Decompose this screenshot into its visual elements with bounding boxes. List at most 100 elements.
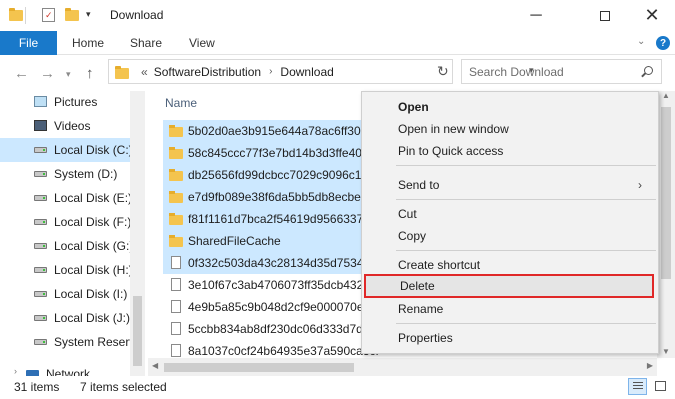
menu-item-send-to[interactable]: Send to ›	[362, 174, 658, 196]
expand-arrow-icon[interactable]: ›	[14, 366, 17, 376]
folder-icon	[8, 7, 24, 23]
file-icon	[169, 344, 183, 357]
nav-item-network[interactable]: › Network	[0, 362, 130, 376]
properties-icon[interactable]: ✓	[42, 8, 55, 22]
file-name: f81f1161d7bca2f54619d9566337ed	[188, 212, 377, 226]
file-icon	[169, 322, 183, 335]
nav-item-local-disk-i[interactable]: Local Disk (I:)	[0, 282, 130, 306]
breadcrumb-item[interactable]: SoftwareDistribution	[154, 65, 261, 79]
back-arrow-icon[interactable]: ←	[14, 65, 29, 82]
menu-divider	[396, 165, 656, 166]
folder-icon	[169, 191, 183, 203]
new-folder-icon[interactable]	[64, 7, 80, 23]
search-input[interactable]: Search Download	[461, 59, 662, 84]
videos-icon	[33, 119, 48, 132]
file-name: SharedFileCache	[188, 234, 281, 248]
nav-item-local-disk-h[interactable]: Local Disk (H:)	[0, 258, 130, 282]
folder-icon	[169, 147, 183, 159]
pictures-icon	[33, 95, 48, 108]
menu-item-label: Send to	[398, 178, 440, 192]
nav-item-pictures[interactable]: Pictures	[0, 91, 130, 114]
close-button[interactable]: ✕	[629, 0, 675, 31]
details-view-icon[interactable]	[628, 378, 647, 395]
status-bar: 31 items 7 items selected	[0, 376, 675, 399]
network-icon	[25, 367, 40, 376]
drive-icon	[33, 215, 48, 228]
nav-item-local-disk-c[interactable]: Local Disk (C:)	[0, 138, 130, 162]
maximize-button[interactable]	[582, 0, 628, 31]
nav-item-local-disk-j[interactable]: Local Disk (J:)	[0, 306, 130, 330]
chevron-down-icon[interactable]: ⌄	[637, 36, 645, 47]
search-placeholder: Search Download	[469, 64, 564, 79]
menu-item-cut[interactable]: Cut	[362, 203, 658, 225]
file-name: db25656fd99dcbcc7029c9096c190	[188, 168, 375, 182]
menu-item-open-new-window[interactable]: Open in new window	[362, 118, 658, 140]
nav-pane-scrollbar[interactable]	[130, 91, 145, 376]
window-title: Download	[110, 8, 164, 22]
forward-arrow-icon[interactable]: →	[40, 65, 55, 82]
menu-item-open[interactable]: Open	[362, 96, 658, 118]
drive-icon	[33, 311, 48, 324]
nav-item-system-d[interactable]: System (D:)	[0, 162, 130, 186]
nav-item-label: Local Disk (G:)	[54, 239, 130, 253]
menu-item-pin-quick-access[interactable]: Pin to Quick access	[362, 140, 658, 162]
file-name: 3e10f67c3ab4706073ff35dcb43200	[188, 278, 377, 292]
nav-item-local-disk-e[interactable]: Local Disk (E:)	[0, 186, 130, 210]
scroll-left-icon[interactable]: ◀	[152, 361, 158, 370]
drive-icon	[33, 263, 48, 276]
file-name: 5ccbb834ab8df230dc06d333d7d14	[188, 322, 377, 336]
address-bar[interactable]: « SoftwareDistribution › Download ▾	[108, 59, 534, 84]
breadcrumb-item[interactable]: Download	[280, 65, 333, 79]
drive-icon	[33, 335, 48, 348]
tab-share[interactable]: Share	[130, 31, 162, 55]
horizontal-scrollbar[interactable]: ◀ ▶	[148, 358, 657, 376]
nav-item-system-reserved[interactable]: System Reserved	[0, 330, 130, 354]
menu-item-rename[interactable]: Rename	[362, 298, 658, 320]
search-icon[interactable]	[644, 66, 653, 75]
folder-icon	[115, 65, 129, 79]
tab-file[interactable]: File	[0, 31, 57, 55]
scroll-up-icon[interactable]: ▲	[662, 91, 670, 100]
chevron-right-icon: ›	[638, 178, 642, 192]
navigation-pane: Pictures Videos Local Disk (C:) System (…	[0, 91, 145, 376]
recent-locations-icon[interactable]: ▾	[66, 69, 71, 80]
breadcrumb-overflow[interactable]: «	[141, 65, 148, 79]
nav-item-label: Local Disk (E:)	[54, 191, 130, 205]
nav-item-local-disk-g[interactable]: Local Disk (G:)	[0, 234, 130, 258]
drive-icon	[33, 191, 48, 204]
chevron-right-icon[interactable]: ›	[269, 66, 272, 77]
menu-item-copy[interactable]: Copy	[362, 225, 658, 247]
folder-icon	[169, 169, 183, 181]
scroll-down-icon[interactable]: ▼	[662, 347, 670, 356]
minimize-button[interactable]: ─	[513, 0, 559, 31]
up-arrow-icon[interactable]: ↑	[86, 65, 94, 82]
menu-item-create-shortcut[interactable]: Create shortcut	[362, 254, 658, 276]
folder-icon	[169, 125, 183, 137]
context-menu: Open Open in new window Pin to Quick acc…	[361, 91, 659, 354]
scroll-right-icon[interactable]: ▶	[647, 361, 653, 370]
menu-item-properties[interactable]: Properties	[362, 327, 658, 349]
menu-divider	[396, 199, 656, 200]
file-name: 5b02d0ae3b915e644a78ac6ff30ab1	[188, 124, 381, 138]
refresh-icon[interactable]: ↻	[437, 63, 449, 80]
tab-home[interactable]: Home	[72, 31, 104, 55]
large-icons-view-icon[interactable]	[651, 378, 670, 395]
customize-toolbar-icon[interactable]: ▾	[86, 9, 102, 25]
item-count: 31 items	[14, 380, 60, 394]
file-name: 0f332c503da43c28134d35d7534ec	[188, 256, 377, 270]
nav-item-label: Local Disk (F:)	[54, 215, 130, 229]
nav-item-label: Network	[46, 367, 91, 376]
question-icon[interactable]: ?	[656, 36, 670, 50]
tab-view[interactable]: View	[189, 31, 215, 55]
nav-item-local-disk-f[interactable]: Local Disk (F:)	[0, 210, 130, 234]
selected-count: 7 items selected	[80, 380, 167, 394]
navigation-bar: ← → ▾ ↑ « SoftwareDistribution › Downloa…	[0, 55, 675, 91]
file-icon	[169, 256, 183, 269]
nav-item-label: Local Disk (H:)	[54, 263, 130, 277]
column-header-name[interactable]: Name	[165, 96, 197, 110]
file-name: 8a1037c0cf24b64935e37a590ca3cf	[188, 344, 379, 358]
nav-item-videos[interactable]: Videos	[0, 114, 130, 138]
nav-item-label: Local Disk (C:)	[54, 143, 130, 157]
file-list-scrollbar[interactable]: ▲ ▼	[657, 91, 675, 358]
menu-item-delete[interactable]: Delete	[364, 274, 654, 298]
